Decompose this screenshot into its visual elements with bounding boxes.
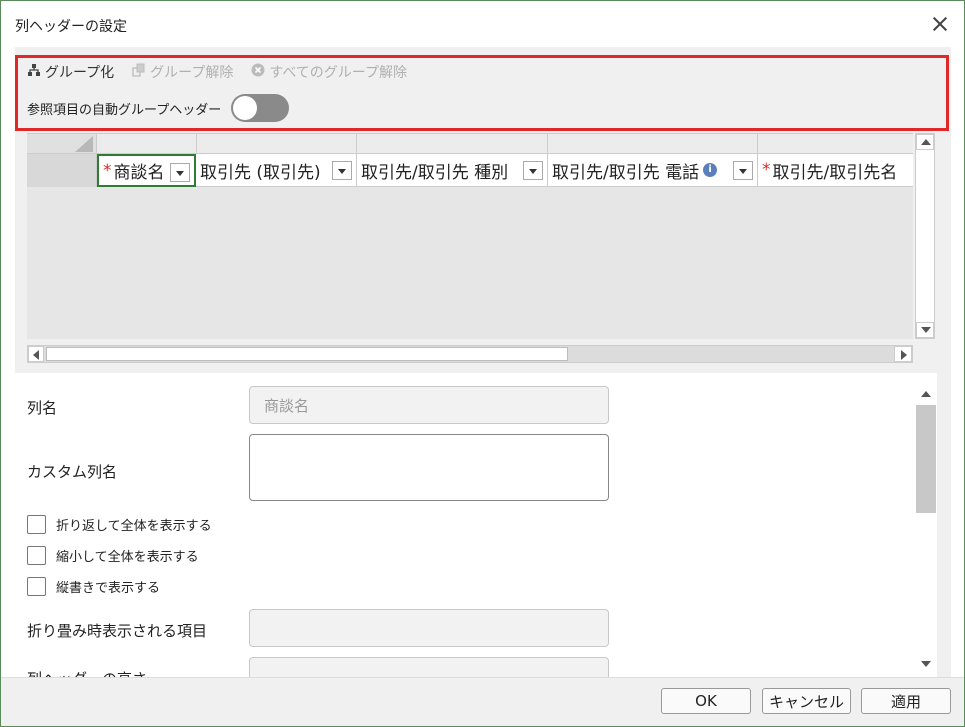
- ungroup-all-button[interactable]: すべてのグループ解除: [251, 62, 407, 82]
- group-header-cell[interactable]: [97, 134, 197, 154]
- arrow-up-icon[interactable]: [921, 391, 931, 397]
- cancel-button[interactable]: キャンセル: [762, 688, 851, 714]
- column-header-settings-dialog: 列ヘッダーの設定 グループ化 グループ解除 すべてのグループ解除 参照項目の自動…: [0, 0, 965, 727]
- collapsed-items-field[interactable]: [249, 609, 609, 647]
- auto-group-header-label: 参照項目の自動グループヘッダー: [27, 102, 222, 118]
- custom-name-input[interactable]: [249, 434, 609, 501]
- dropdown-arrow-icon[interactable]: [332, 161, 352, 180]
- vertical-text-checkbox[interactable]: [27, 577, 46, 596]
- group-button[interactable]: グループ化: [27, 62, 114, 82]
- ungroup-button-label: グループ解除: [150, 65, 234, 81]
- ungroup-icon: [132, 63, 146, 81]
- grid-horizontal-scrollbar[interactable]: [27, 345, 913, 363]
- scroll-left-button[interactable]: [28, 346, 44, 362]
- apply-button[interactable]: 適用: [861, 688, 951, 714]
- vertical-text-option[interactable]: 縦書きで表示する: [27, 577, 160, 596]
- dialog-title: 列ヘッダーの設定: [15, 19, 127, 35]
- toggle-knob: [233, 96, 258, 120]
- column-header-cell[interactable]: 取引先/取引先 種別: [357, 154, 548, 187]
- title-bar: 列ヘッダーの設定: [1, 1, 964, 47]
- custom-name-label: カスタム列名: [27, 463, 118, 481]
- ungroup-button[interactable]: グループ解除: [132, 62, 233, 82]
- circle-x-icon: [251, 63, 265, 81]
- info-icon[interactable]: i: [703, 163, 718, 177]
- column-header-grid: * 商談名 取引先 (取引先) 取引先/取引先 種別 取引先/取引先 電話 i …: [27, 133, 913, 339]
- scroll-right-button[interactable]: [894, 346, 912, 362]
- group-header-cell[interactable]: [758, 134, 913, 154]
- ungroup-all-button-label: すべてのグループ解除: [269, 65, 407, 81]
- column-header-label: 商談名: [113, 163, 165, 183]
- column-header-cell[interactable]: 取引先/取引先 電話 i: [548, 154, 758, 187]
- shrink-to-fit-checkbox[interactable]: [27, 546, 46, 565]
- column-name-label: 列名: [27, 399, 58, 417]
- wrap-text-label: 折り返して全体を表示する: [56, 519, 212, 534]
- ok-button[interactable]: OK: [661, 688, 751, 714]
- close-icon[interactable]: [929, 13, 951, 35]
- wrap-text-option[interactable]: 折り返して全体を表示する: [27, 515, 212, 534]
- collapsed-items-label: 折り畳み時表示される項目: [27, 622, 208, 640]
- header-height-field[interactable]: [249, 657, 609, 677]
- header-height-label: 列ヘッダーの高さ: [27, 668, 147, 677]
- vertical-text-label: 縦書きで表示する: [56, 581, 161, 596]
- auto-group-header-row: 参照項目の自動グループヘッダー: [27, 94, 290, 122]
- dialog-footer: OK キャンセル 適用: [1, 677, 964, 726]
- scroll-down-button[interactable]: [916, 322, 934, 338]
- column-properties-form: 列名 商談名 カスタム列名 折り返して全体を表示する 縮小して全体を表示する 縦…: [15, 373, 937, 677]
- dropdown-arrow-icon[interactable]: [523, 161, 543, 180]
- wrap-text-checkbox[interactable]: [27, 515, 46, 534]
- scroll-thumb[interactable]: [46, 347, 568, 361]
- arrow-down-icon[interactable]: [921, 661, 931, 667]
- row-header: [27, 154, 97, 187]
- column-name-value: 商談名: [264, 396, 310, 415]
- shrink-to-fit-option[interactable]: 縮小して全体を表示する: [27, 546, 199, 565]
- required-mark: *: [103, 160, 112, 181]
- hierarchy-icon: [27, 63, 41, 81]
- arrow-right-icon: [901, 350, 907, 360]
- group-button-label: グループ化: [45, 65, 115, 81]
- required-mark: *: [762, 160, 771, 180]
- column-name-field: 商談名: [249, 386, 609, 424]
- form-vertical-scrollbar[interactable]: [915, 381, 937, 677]
- group-header-cell[interactable]: [197, 134, 357, 154]
- auto-group-header-toggle[interactable]: [231, 94, 290, 122]
- column-header-cell[interactable]: * 取引先/取引先名: [758, 154, 913, 187]
- column-header-cell[interactable]: 取引先 (取引先): [196, 154, 357, 187]
- grid-corner[interactable]: [27, 134, 97, 154]
- group-toolbar: グループ化 グループ解除 すべてのグループ解除: [27, 61, 425, 83]
- column-header-label: 取引先/取引先 種別: [361, 162, 509, 183]
- column-header-label: 取引先 (取引先): [200, 162, 321, 183]
- arrow-up-icon: [921, 139, 931, 145]
- arrow-left-icon: [33, 350, 39, 360]
- group-header-cell[interactable]: [357, 134, 548, 154]
- dropdown-arrow-icon[interactable]: [733, 161, 753, 180]
- grid-vertical-scrollbar[interactable]: [915, 133, 935, 339]
- column-header-label: 取引先/取引先 電話: [552, 162, 700, 183]
- column-header-cell[interactable]: * 商談名: [97, 154, 196, 187]
- scroll-up-button[interactable]: [916, 134, 934, 150]
- shrink-to-fit-label: 縮小して全体を表示する: [56, 550, 199, 565]
- column-header-label: 取引先/取引先名: [772, 162, 898, 183]
- arrow-down-icon: [921, 327, 931, 333]
- group-header-cell[interactable]: [548, 134, 758, 154]
- dropdown-arrow-icon[interactable]: [170, 163, 190, 182]
- scroll-thumb[interactable]: [916, 405, 936, 513]
